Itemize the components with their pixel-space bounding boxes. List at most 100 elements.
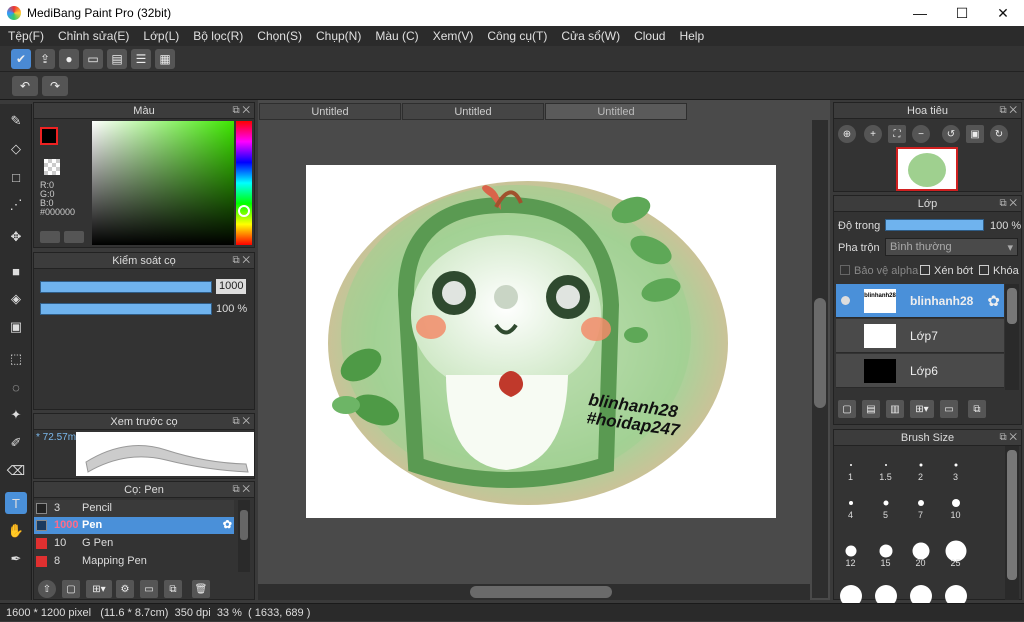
dotted-brush-icon[interactable]: ⋰	[5, 194, 27, 216]
cloud-check-icon[interactable]: ✔	[11, 49, 31, 69]
panel-close-icon[interactable]: ⧉ ✕	[999, 430, 1017, 446]
panel-close-icon[interactable]: ⧉ ✕	[232, 253, 250, 269]
layer-settings-gear-icon[interactable]: ✿	[987, 292, 1000, 310]
select-eraser-icon[interactable]: ⌫	[5, 460, 27, 482]
menu-filter[interactable]: Bộ lọc(R)	[193, 29, 243, 43]
layer-row[interactable]: Lớp7	[836, 319, 1004, 353]
move-tool-icon[interactable]: ✥	[5, 226, 27, 248]
comment-icon[interactable]: ●	[59, 49, 79, 69]
select-rect-icon[interactable]: ⬚	[5, 348, 27, 370]
tab-untitled-1[interactable]: Untitled	[259, 103, 401, 120]
zoom-fit-icon[interactable]: ⊕	[838, 125, 856, 143]
color-mode-icon[interactable]	[40, 231, 60, 243]
add-brush-menu-icon[interactable]: ⊞▾	[86, 580, 112, 598]
panel-close-icon[interactable]: ⧉ ✕	[232, 414, 250, 430]
menu-edit[interactable]: Chỉnh sửa(E)	[58, 29, 129, 43]
panel-close-icon[interactable]: ⧉ ✕	[232, 482, 250, 498]
upload-brush-icon[interactable]: ⇧	[38, 580, 56, 598]
layer-folder-icon[interactable]: ▭	[940, 400, 958, 418]
rect-tool-icon[interactable]: □	[5, 166, 27, 188]
list-icon[interactable]: ☰	[131, 49, 151, 69]
menu-cloud[interactable]: Cloud	[634, 29, 665, 43]
brush-size-cell[interactable]: 3	[938, 448, 973, 483]
blend-mode-select[interactable]: Bình thường ▾	[885, 238, 1018, 256]
brush-opacity-slider[interactable]	[40, 303, 212, 315]
rotate-right-icon[interactable]: ↻	[990, 125, 1008, 143]
new-layer-icon[interactable]: ▢	[838, 400, 856, 418]
document-icon[interactable]: ▤	[107, 49, 127, 69]
pen-list-item[interactable]: 3 Pencil	[34, 500, 234, 517]
vertical-scroll-thumb[interactable]	[814, 298, 826, 408]
redo-icon[interactable]: ↷	[42, 76, 68, 96]
menu-color[interactable]: Màu (C)	[375, 29, 418, 43]
folder-icon[interactable]: ▭	[140, 580, 158, 598]
brush-size-cell[interactable]: 5	[868, 486, 903, 521]
brush-size-cell[interactable]: 1.5	[868, 448, 903, 483]
layer-opacity-slider[interactable]	[885, 219, 984, 231]
close-button[interactable]: ✕	[983, 0, 1023, 26]
duplicate-icon[interactable]: ⧉	[164, 580, 182, 598]
panel-close-icon[interactable]: ⧉ ✕	[999, 196, 1017, 212]
brush-size-cell[interactable]: 20	[903, 534, 938, 569]
pen-list-item[interactable]: 8 Mapping Pen	[34, 553, 234, 570]
brush-tool-icon[interactable]: ✎	[5, 110, 27, 132]
add-layer-menu-icon[interactable]: ⊞▾	[910, 400, 934, 418]
menu-tools[interactable]: Công cụ(T)	[487, 29, 547, 43]
grid-icon[interactable]: ▦	[155, 49, 175, 69]
minimize-button[interactable]: —	[900, 0, 940, 26]
brush-size-cell[interactable]: 15	[868, 534, 903, 569]
select-pen-icon[interactable]: ✐	[5, 432, 27, 454]
fit-screen-icon[interactable]: ⛶	[888, 125, 906, 143]
foreground-color-swatch[interactable]	[40, 127, 58, 145]
menu-view[interactable]: Xem(V)	[433, 29, 474, 43]
duplicate-layer-icon[interactable]: ⧉	[968, 400, 986, 418]
brush-size-cell[interactable]: 10	[938, 486, 973, 521]
eyedropper-tool-icon[interactable]: ✒	[5, 548, 27, 570]
undo-icon[interactable]: ↶	[12, 76, 38, 96]
tab-untitled-3[interactable]: Untitled	[545, 103, 687, 120]
message-icon[interactable]: ▭	[83, 49, 103, 69]
tab-untitled-2[interactable]: Untitled	[402, 103, 544, 120]
saturation-value-picker[interactable]	[92, 121, 234, 245]
transparent-color-swatch[interactable]	[44, 159, 60, 175]
hand-tool-icon[interactable]: ✋	[5, 520, 27, 542]
pen-list-scrollbar[interactable]	[238, 500, 250, 572]
pen-list-item-selected[interactable]: 1000 Pen ✿	[34, 517, 234, 534]
protect-alpha-checkbox[interactable]	[840, 265, 850, 275]
hue-slider-handle[interactable]	[238, 205, 250, 217]
brush-size-value[interactable]: 1000	[216, 279, 246, 294]
color-picker-icon[interactable]	[64, 231, 84, 243]
zoom-in-icon[interactable]: +	[864, 125, 882, 143]
layer-list-scrollbar[interactable]	[1005, 284, 1019, 390]
menu-layer[interactable]: Lớp(L)	[143, 29, 179, 43]
clipping-checkbox[interactable]	[920, 265, 930, 275]
gradient-tool-icon[interactable]: ▣	[5, 316, 27, 338]
pen-settings-gear-icon[interactable]: ✿	[223, 517, 232, 534]
panel-close-icon[interactable]: ⧉ ✕	[999, 103, 1017, 119]
layer-row-selected[interactable]: blinhanh28 blinhanh28 ✿	[836, 284, 1004, 318]
hue-slider[interactable]	[236, 121, 252, 245]
canvas-vertical-scrollbar[interactable]	[812, 120, 828, 598]
brush-size-cell[interactable]: 12	[833, 534, 868, 569]
brush-size-cell[interactable]: 25	[938, 534, 973, 569]
canvas-horizontal-scrollbar[interactable]	[258, 584, 810, 600]
brush-size-cell[interactable]: 1	[833, 448, 868, 483]
layer-visibility-icon[interactable]	[841, 296, 850, 305]
rotate-left-icon[interactable]: ↺	[942, 125, 960, 143]
brush-size-cell[interactable]: 2	[903, 448, 938, 483]
new-brush-icon[interactable]: ▢	[62, 580, 80, 598]
navigator-thumbnail[interactable]	[896, 147, 958, 191]
brush-settings-icon[interactable]: ⚙	[116, 580, 134, 598]
brush-size-cell[interactable]: 7	[903, 486, 938, 521]
fill-rect-icon[interactable]: ■	[5, 260, 27, 282]
share-icon[interactable]: ⇪	[35, 49, 55, 69]
bucket-tool-icon[interactable]: ◈	[5, 288, 27, 310]
fullscreen-icon[interactable]: ▣	[966, 125, 984, 143]
delete-brush-icon[interactable]: 🗑	[192, 580, 210, 598]
maximize-button[interactable]: ☐	[942, 0, 982, 26]
brush-size-scrollbar[interactable]	[1005, 446, 1019, 600]
horizontal-scroll-thumb[interactable]	[470, 586, 612, 598]
menu-window[interactable]: Cửa sổ(W)	[561, 29, 620, 43]
text-tool-icon[interactable]: T	[5, 492, 27, 514]
layer-row[interactable]: Lớp6	[836, 354, 1004, 388]
